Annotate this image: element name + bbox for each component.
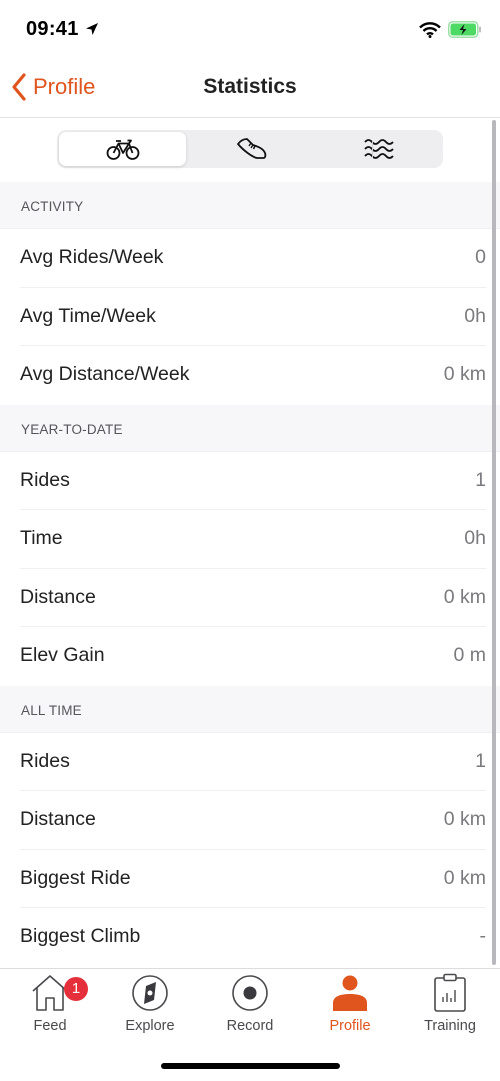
section-header-all-time: ALL TIME	[0, 685, 500, 733]
stat-row: Rides 1	[0, 451, 500, 510]
tab-explore[interactable]: Explore	[100, 973, 200, 1039]
stat-value: 0 km	[443, 808, 486, 830]
segment-ride[interactable]	[59, 132, 187, 166]
stat-label: Avg Rides/Week	[20, 246, 164, 268]
clipboard-chart-icon	[434, 973, 466, 1012]
stat-label: Biggest Climb	[20, 925, 141, 947]
stat-value: 0 km	[443, 363, 486, 385]
record-icon	[232, 975, 268, 1011]
status-bar: 09:41	[0, 0, 500, 60]
home-indicator	[161, 1063, 340, 1069]
stat-label: Elev Gain	[20, 644, 105, 666]
stat-value: 0h	[464, 304, 486, 327]
stat-row: Elev Gain 0 m	[0, 627, 500, 686]
scrollbar[interactable]	[492, 120, 496, 965]
notification-badge: 1	[64, 977, 88, 1001]
location-arrow-icon	[86, 23, 98, 35]
stat-row: Avg Distance/Week 0 km	[0, 346, 500, 405]
stat-row: Avg Rides/Week 0	[0, 229, 500, 288]
segment-divider	[372, 140, 373, 158]
stat-value: -	[479, 925, 487, 947]
stat-label: Distance	[20, 808, 96, 830]
status-time: 09:41	[26, 18, 79, 40]
page-title: Statistics	[203, 75, 297, 98]
stat-label: Avg Time/Week	[20, 304, 156, 327]
sport-segmented-control	[57, 130, 443, 168]
tab-label: Profile	[329, 1018, 371, 1034]
stat-value: 0 m	[453, 644, 486, 666]
stat-row: Distance 0 km	[0, 791, 500, 850]
person-icon	[333, 975, 367, 1011]
stat-value: 0h	[464, 527, 486, 549]
sport-selector-bar	[0, 118, 500, 183]
navigation-bar: Profile Statistics	[0, 60, 500, 118]
stat-row: Biggest Ride 0 km	[0, 849, 500, 908]
segment-swim[interactable]	[316, 130, 443, 168]
stat-label: Biggest Ride	[20, 866, 131, 889]
statistics-list: ACTIVITY Avg Rides/Week 0 Avg Time/Week 0h…	[0, 182, 500, 967]
swim-waves-icon	[364, 139, 394, 159]
stat-row: Rides 1	[0, 732, 500, 791]
tab-training[interactable]: Training	[400, 973, 500, 1039]
stat-row: Biggest Climb -	[0, 908, 500, 967]
tab-feed[interactable]: 1 Feed	[0, 973, 100, 1039]
stat-label: Rides	[20, 749, 70, 772]
stat-label: Distance	[20, 585, 96, 608]
segment-run[interactable]	[188, 130, 315, 168]
section-header-year-to-date: YEAR-TO-DATE	[0, 404, 500, 452]
stat-row: Distance 0 km	[0, 568, 500, 627]
running-shoe-icon	[237, 138, 267, 159]
tab-profile[interactable]: Profile	[300, 973, 400, 1039]
wifi-icon	[419, 22, 441, 38]
stat-value: 0	[475, 246, 486, 268]
stat-value: 0 km	[443, 585, 486, 608]
stat-value: 1	[475, 749, 486, 772]
tab-label: Explore	[125, 1018, 175, 1034]
tab-label: Record	[226, 1018, 274, 1034]
stat-label: Time	[20, 527, 63, 549]
compass-icon	[132, 975, 168, 1011]
stat-value: 1	[475, 468, 486, 491]
stat-value: 0 km	[443, 866, 486, 889]
stat-row: Time 0h	[0, 510, 500, 569]
tab-label: Feed	[33, 1018, 67, 1034]
stat-label: Rides	[20, 468, 70, 491]
battery-charging-icon	[448, 21, 481, 38]
bike-icon	[106, 139, 140, 160]
tab-label: Training	[424, 1018, 476, 1034]
stat-label: Avg Distance/Week	[20, 363, 190, 385]
stat-row: Avg Time/Week 0h	[0, 287, 500, 346]
tab-record[interactable]: Record	[200, 973, 300, 1039]
section-header-activity: ACTIVITY	[0, 182, 500, 229]
